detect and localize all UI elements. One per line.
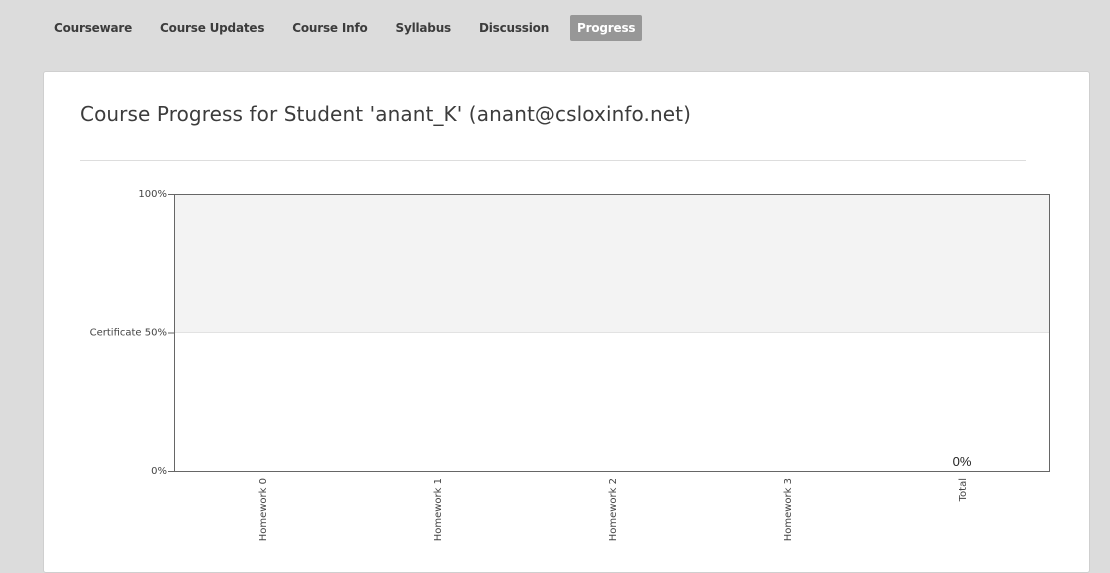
certificate-band	[174, 194, 1050, 333]
tab-course-updates[interactable]: Course Updates	[153, 15, 271, 41]
y-tick-label: 100%	[138, 189, 167, 200]
tab-courseware[interactable]: Courseware	[47, 15, 139, 41]
course-nav: Courseware Course Updates Course Info Sy…	[47, 12, 656, 44]
x-tick-label: Homework 3	[783, 478, 794, 541]
x-tick-label: Homework 0	[258, 478, 269, 541]
tab-discussion[interactable]: Discussion	[472, 15, 556, 41]
tab-course-info[interactable]: Course Info	[285, 15, 374, 41]
data-label-total: 0%	[953, 454, 972, 469]
tab-progress[interactable]: Progress	[570, 15, 643, 41]
y-tick-label: Certificate 50%	[90, 328, 167, 339]
x-tick-label: Homework 2	[608, 478, 619, 541]
y-tick-label: 0%	[151, 466, 167, 477]
progress-chart: 0% Certificate 50% 100% Homework 0 Homework …	[90, 189, 1050, 541]
tab-syllabus[interactable]: Syllabus	[389, 15, 458, 41]
progress-card: Course Progress for Student 'anant_K' (a…	[43, 71, 1090, 573]
x-tick-label: Total	[958, 478, 969, 502]
x-tick-label: Homework 1	[433, 478, 444, 541]
